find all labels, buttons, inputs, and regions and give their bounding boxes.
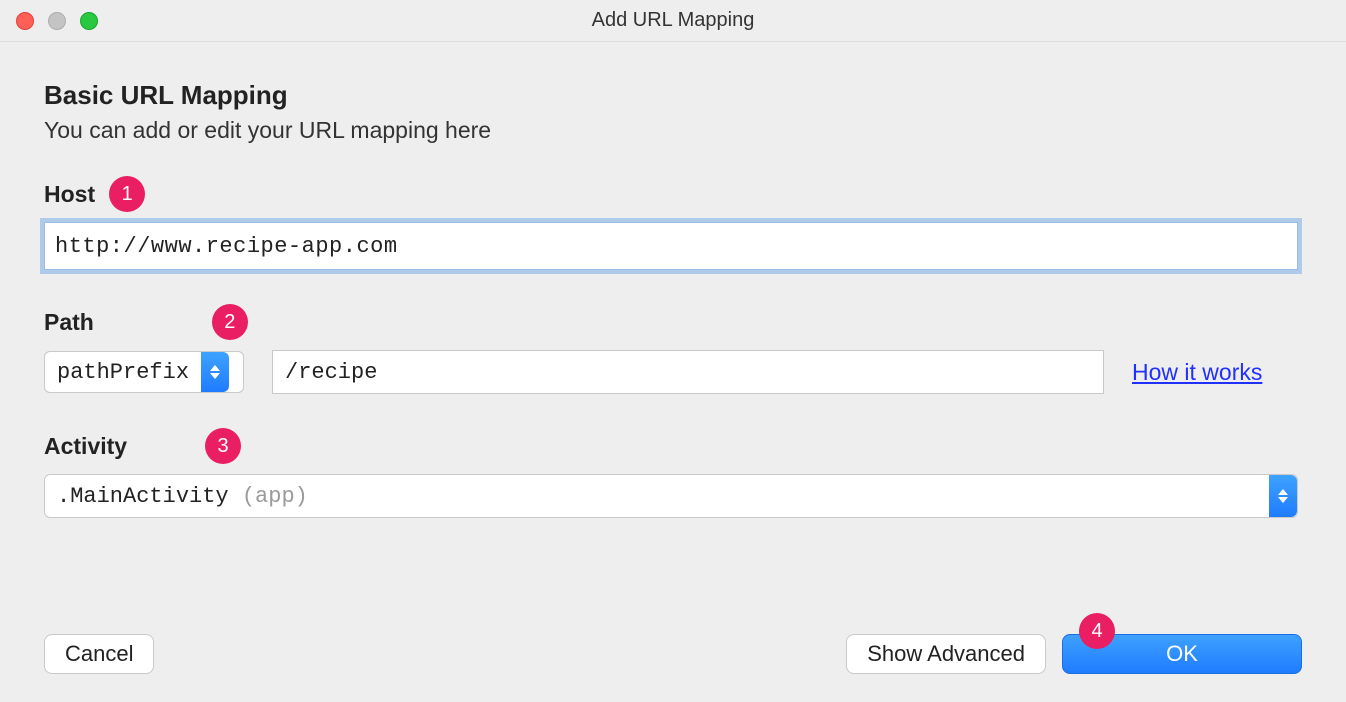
host-field-group: Host 1 xyxy=(44,176,1302,270)
callout-badge-activity: 3 xyxy=(205,428,241,464)
callout-badge-path: 2 xyxy=(212,304,248,340)
dialog-content: Basic URL Mapping You can add or edit yo… xyxy=(0,42,1346,518)
callout-badge-ok: 4 xyxy=(1079,613,1115,649)
activity-field-group: Activity 3 .MainActivity (app) xyxy=(44,428,1302,518)
path-field-group: Path 2 pathPrefix How it works xyxy=(44,304,1302,394)
section-description: You can add or edit your URL mapping her… xyxy=(44,117,1302,144)
titlebar: Add URL Mapping xyxy=(0,0,1346,42)
zoom-window-button[interactable] xyxy=(80,12,98,30)
activity-value: .MainActivity (app) xyxy=(45,484,1269,509)
path-label: Path xyxy=(44,309,94,336)
activity-label: Activity xyxy=(44,433,127,460)
traffic-lights xyxy=(16,12,98,30)
host-input[interactable] xyxy=(44,222,1298,270)
path-label-row: Path 2 xyxy=(44,304,248,340)
ok-button-label: OK xyxy=(1166,641,1198,667)
activity-select[interactable]: .MainActivity (app) xyxy=(44,474,1298,518)
window-title: Add URL Mapping xyxy=(0,9,1346,32)
minimize-window-button[interactable] xyxy=(48,12,66,30)
updown-icon xyxy=(201,352,229,392)
activity-classname: .MainActivity xyxy=(57,484,229,509)
ok-button[interactable]: 4 OK xyxy=(1062,634,1302,674)
dialog-footer: Cancel Show Advanced 4 OK xyxy=(44,634,1302,674)
callout-badge-host: 1 xyxy=(109,176,145,212)
path-input[interactable] xyxy=(272,350,1104,394)
show-advanced-button[interactable]: Show Advanced xyxy=(846,634,1046,674)
cancel-button[interactable]: Cancel xyxy=(44,634,154,674)
activity-module: (app) xyxy=(242,484,308,509)
section-title: Basic URL Mapping xyxy=(44,80,1302,111)
close-window-button[interactable] xyxy=(16,12,34,30)
host-label: Host xyxy=(44,181,95,208)
how-it-works-link[interactable]: How it works xyxy=(1132,359,1262,386)
host-label-row: Host 1 xyxy=(44,176,145,212)
updown-icon xyxy=(1269,475,1297,517)
path-match-select[interactable]: pathPrefix xyxy=(44,351,244,393)
activity-label-row: Activity 3 xyxy=(44,428,241,464)
path-row: pathPrefix How it works xyxy=(44,350,1302,394)
path-match-value: pathPrefix xyxy=(45,360,201,385)
